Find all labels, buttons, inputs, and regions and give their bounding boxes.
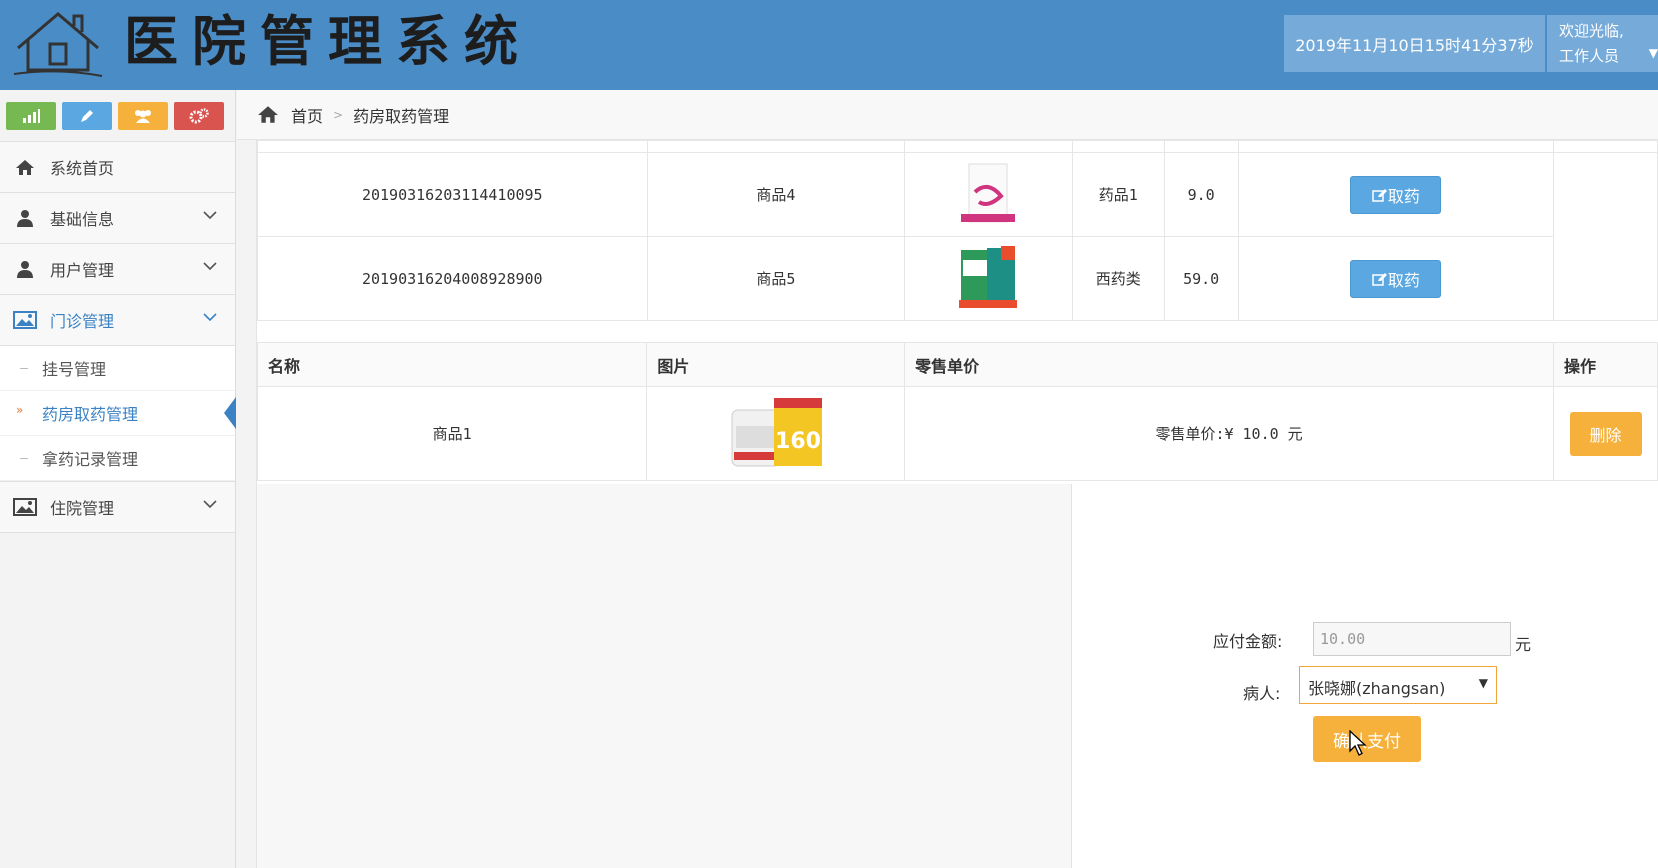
amount-unit: 元: [1515, 635, 1532, 654]
col-image-header: 图片: [646, 342, 906, 387]
cart-product-price: 零售单价:¥ 10.0 元: [904, 386, 1555, 481]
chevron-down-icon: [203, 262, 217, 271]
chevron-down-icon: [203, 211, 217, 220]
patient-selected-value: 张晓娜(zhangsan): [1308, 679, 1446, 698]
order-id: 20190316203114410095: [257, 152, 648, 237]
subnav-registration-label: 挂号管理: [42, 360, 107, 379]
cart-product-name: 商品1: [256, 386, 648, 481]
product-name: 商品5: [646, 236, 906, 321]
nav-outpatient[interactable]: 门诊管理: [0, 295, 235, 346]
active-indicator: [224, 397, 236, 429]
nav-home[interactable]: 系统首页: [0, 142, 235, 193]
picture-icon: [12, 310, 38, 330]
order-table: 20190316203114410095 商品4 药品1 9.0 取药 2019…: [257, 140, 1658, 321]
patient-label: 病人:: [1243, 684, 1281, 703]
take-medicine-label: 取药: [1387, 186, 1420, 206]
table-row: 20190316204008928900 商品5 西药类 59.0 取药: [257, 236, 1658, 321]
subnav-pharmacy-pickup[interactable]: » 药房取药管理: [0, 391, 236, 436]
svg-text:160: 160: [775, 429, 821, 454]
gears-icon: [189, 108, 209, 124]
payment-form: 应付金额: 10.00 元 病人: 张晓娜(zhangsan) ▼ 确认支付: [1072, 484, 1658, 868]
breadcrumb: 首页 > 药房取药管理: [237, 90, 1658, 140]
home-icon: [12, 157, 38, 177]
table-row: 商品1 160 零售单价:¥ 10.0 元 删除: [256, 386, 1658, 481]
double-chevron-right-icon: »: [16, 403, 24, 417]
user-icon: [12, 259, 38, 279]
sidebar: 系统首页 基础信息 用户管理 门诊管理 挂号管理 » 药房取药管理 拿药记录管理…: [0, 90, 236, 868]
delete-button[interactable]: 删除: [1569, 411, 1642, 456]
nav-basic-info-label: 基础信息: [50, 210, 115, 229]
subnav-pickup-records-label: 拿药记录管理: [42, 450, 139, 469]
shortcut-chart-button[interactable]: [6, 102, 56, 130]
breadcrumb-current: 药房取药管理: [353, 106, 450, 126]
subnav-pharmacy-pickup-label: 药房取药管理: [42, 405, 139, 424]
picture-icon: [12, 497, 38, 517]
take-medicine-label: 取药: [1387, 270, 1420, 290]
nav-user-management[interactable]: 用户管理: [0, 244, 235, 295]
app-title: 医院管理系统: [124, 9, 532, 73]
edit-icon: [1372, 272, 1387, 286]
cart-header-row: 名称 图片 零售单价 操作: [256, 342, 1658, 387]
subnav-registration[interactable]: 挂号管理: [0, 346, 235, 391]
product-image: [959, 245, 1018, 308]
product-price: 9.0: [1163, 152, 1239, 237]
nav-user-management-label: 用户管理: [50, 261, 115, 280]
take-medicine-button[interactable]: 取药: [1350, 175, 1442, 214]
chevron-down-icon: [203, 313, 217, 322]
confirm-payment-button[interactable]: 确认支付: [1313, 716, 1421, 762]
col-action-header: 操作: [1553, 342, 1658, 387]
product-category: 药品1: [1071, 152, 1165, 237]
user-icon: [12, 208, 38, 228]
edit-icon: [1372, 188, 1387, 202]
amount-label: 应付金额:: [1213, 632, 1283, 651]
shortcut-bar: [0, 90, 235, 142]
chart-icon: [23, 109, 40, 123]
mouse-cursor-icon: [1349, 730, 1367, 756]
shortcut-settings-button[interactable]: [174, 102, 224, 130]
caret-down-icon: ▼: [1648, 46, 1658, 60]
outpatient-submenu: 挂号管理 » 药房取药管理 拿药记录管理: [0, 346, 236, 482]
caret-down-icon: ▼: [1478, 676, 1488, 690]
section-divider: [257, 323, 1658, 342]
product-image: 160: [731, 397, 822, 466]
user-menu[interactable]: 欢迎光临, 工作人员 ▼: [1547, 15, 1658, 72]
product-category: 西药类: [1071, 236, 1165, 321]
top-header: 医院管理系统 2019年11月10日15时41分37秒 欢迎光临, 工作人员 ▼: [0, 0, 1658, 90]
col-price-header: 零售单价: [904, 342, 1555, 387]
user-role: 工作人员: [1559, 47, 1620, 65]
table-row: 20190316203114410095 商品4 药品1 9.0 取药: [257, 152, 1658, 321]
product-price: 59.0: [1163, 236, 1239, 321]
users-icon: [135, 110, 151, 123]
col-name-header: 名称: [256, 342, 648, 387]
patient-select[interactable]: 张晓娜(zhangsan) ▼: [1299, 666, 1497, 704]
nav-inpatient-label: 住院管理: [50, 499, 115, 518]
home-icon[interactable]: [257, 105, 279, 124]
take-medicine-button[interactable]: 取药: [1350, 259, 1442, 298]
welcome-text: 欢迎光临,: [1559, 22, 1624, 40]
pencil-icon: [81, 110, 93, 122]
chevron-down-icon: [203, 500, 217, 509]
nav-outpatient-label: 门诊管理: [50, 312, 115, 331]
shortcut-edit-button[interactable]: [62, 102, 112, 130]
amount-field[interactable]: 10.00: [1313, 622, 1511, 656]
order-id: 20190316204008928900: [257, 236, 648, 321]
breadcrumb-home-link[interactable]: 首页: [291, 103, 323, 127]
current-datetime: 2019年11月10日15时41分37秒: [1284, 15, 1545, 72]
cart-table: 名称 图片 零售单价 操作 商品1 160 零售单价:¥ 10.0 元 删除: [256, 342, 1658, 481]
house-logo-icon: [13, 12, 103, 77]
chevron-right-icon: >: [333, 107, 344, 122]
product-image: [961, 163, 1016, 222]
subnav-pickup-records[interactable]: 拿药记录管理: [0, 436, 235, 481]
nav-basic-info[interactable]: 基础信息: [0, 193, 235, 244]
main-content: 20190316203114410095 商品4 药品1 9.0 取药 2019…: [256, 140, 1658, 868]
nav-inpatient[interactable]: 住院管理: [0, 482, 235, 533]
product-name: 商品4: [646, 152, 906, 237]
shortcut-users-button[interactable]: [118, 102, 168, 130]
empty-panel: [257, 484, 1072, 868]
nav-home-label: 系统首页: [50, 159, 115, 178]
